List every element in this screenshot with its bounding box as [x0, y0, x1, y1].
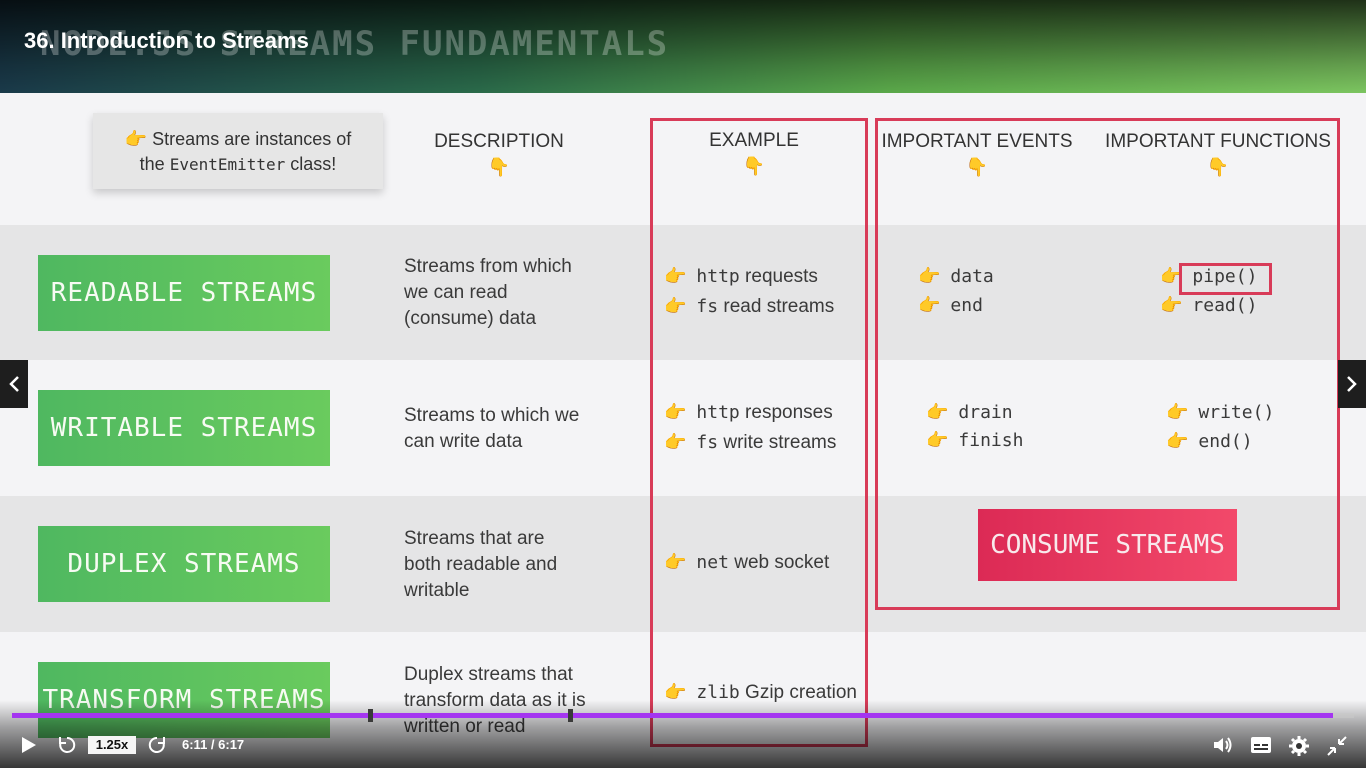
note-code: EventEmitter	[169, 155, 286, 174]
bookmark-marker[interactable]	[568, 709, 573, 722]
play-button[interactable]	[20, 735, 38, 760]
writable-streams-label: WRITABLE STREAMS	[38, 390, 330, 466]
note-text-2a: the	[139, 154, 170, 174]
note-text-1: Streams are instances of	[152, 129, 352, 149]
column-header-label: DESCRIPTION	[434, 131, 564, 152]
eventemitter-note: 👉 Streams are instances of the EventEmit…	[93, 113, 383, 189]
video-player[interactable]: NODE.JS STREAMS FUNDAMENTALS 36. Introdu…	[0, 0, 1366, 768]
controls-bar	[0, 700, 1366, 768]
pointing-down-icon: 👇	[487, 157, 511, 177]
writable-description: Streams to which we can write data	[404, 405, 580, 452]
exit-fullscreen-button[interactable]	[1326, 735, 1348, 762]
next-lecture-button[interactable]	[1338, 360, 1366, 408]
example-highlight-frame	[650, 118, 868, 747]
volume-button[interactable]	[1212, 735, 1234, 760]
note-text-2b: class!	[285, 154, 337, 174]
bookmark-marker[interactable]	[368, 709, 373, 722]
progress-fill	[12, 713, 1333, 718]
settings-button[interactable]	[1288, 735, 1310, 762]
consume-streams-label: CONSUME STREAMS	[978, 509, 1237, 581]
rewind-button[interactable]	[56, 734, 78, 761]
note-line-1: 👉 Streams are instances of	[93, 127, 383, 152]
forward-icon	[148, 736, 165, 753]
readable-description: Streams from which we can read (consume)…	[404, 256, 572, 329]
note-line-2: the EventEmitter class!	[93, 152, 383, 177]
chevron-right-icon	[1347, 376, 1357, 392]
column-header-description: DESCRIPTION 👇	[420, 131, 578, 178]
progress-bar[interactable]	[12, 713, 1354, 718]
chevron-left-icon	[9, 376, 19, 392]
forward-button[interactable]	[146, 734, 168, 761]
gear-icon	[1289, 736, 1309, 756]
previous-lecture-button[interactable]	[0, 360, 28, 408]
captions-button[interactable]	[1250, 736, 1272, 759]
duplex-streams-label: DUPLEX STREAMS	[38, 526, 330, 602]
video-title: 36. Introduction to Streams	[24, 28, 309, 53]
playback-speed-button[interactable]: 1.25x	[88, 736, 136, 754]
play-icon	[22, 737, 36, 753]
exit-fullscreen-icon	[1327, 736, 1347, 756]
captions-icon	[1251, 737, 1271, 753]
volume-icon	[1214, 737, 1232, 753]
duplex-description: Streams that are both readable and writa…	[404, 528, 558, 601]
slide-header-banner: NODE.JS STREAMS FUNDAMENTALS 36. Introdu…	[0, 0, 1366, 93]
time-display: 6:11 / 6:17	[182, 737, 245, 752]
readable-streams-label: READABLE STREAMS	[38, 255, 330, 331]
rewind-icon	[59, 736, 76, 753]
hand-icon: 👉	[124, 129, 148, 149]
pipe-highlight-frame	[1179, 263, 1272, 295]
